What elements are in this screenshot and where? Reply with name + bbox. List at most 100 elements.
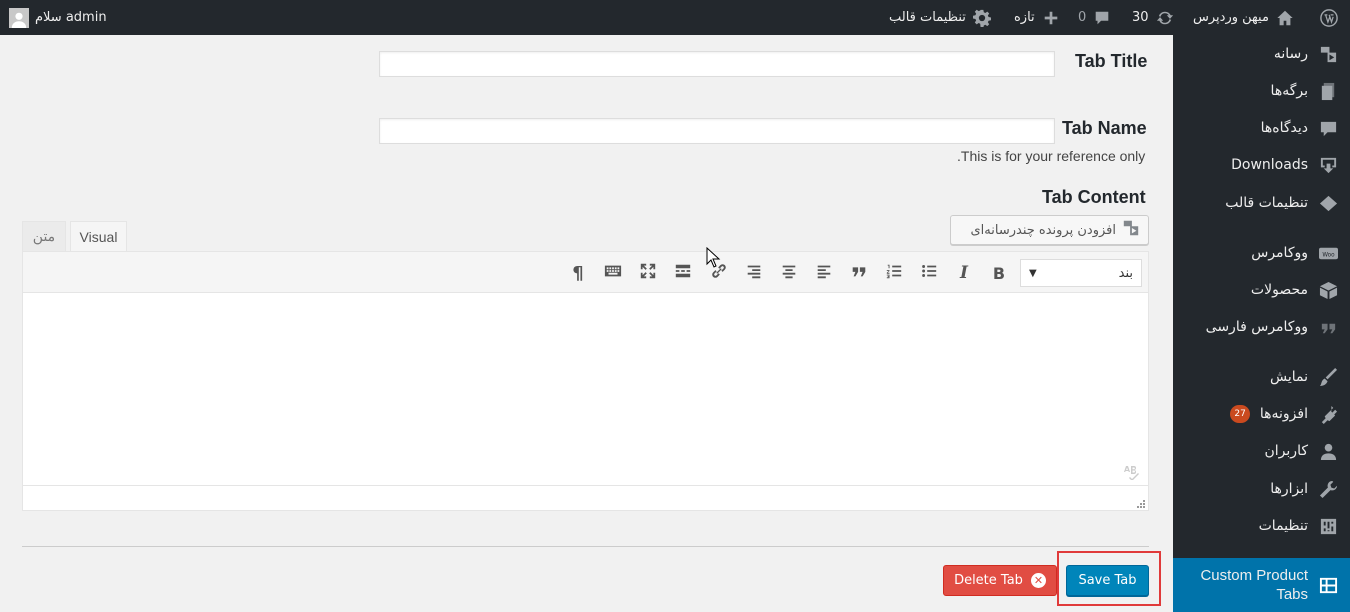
format-value: بند	[1118, 265, 1133, 281]
plugin-icon	[1318, 404, 1338, 424]
tab-text[interactable]: متن	[22, 221, 66, 252]
new-content-menu[interactable]: تازه	[1014, 0, 1061, 35]
wp-logo-menu[interactable]	[1319, 0, 1339, 35]
brush-icon	[1318, 367, 1338, 387]
format-select[interactable]: ▼ بند	[1020, 259, 1142, 287]
comment-bubble-icon	[1092, 8, 1112, 28]
spellcheck-icon	[1124, 464, 1140, 481]
sidebar-item-custom-product-tabs[interactable]: Custom Product Tabs	[1165, 558, 1350, 612]
sidebar-item-label: افزونه‌ها	[1259, 406, 1308, 422]
paragraph-icon: ¶	[572, 262, 584, 284]
sidebar-item-users[interactable]: کاربران	[1173, 433, 1350, 469]
add-media-icon	[1122, 219, 1140, 241]
sidebar-item-label: Custom Product Tabs	[1188, 566, 1308, 604]
user-icon	[1318, 441, 1338, 461]
toolbar-toggle-button[interactable]	[600, 260, 626, 286]
align-center-icon	[780, 262, 798, 284]
align-left-button[interactable]	[811, 260, 837, 286]
mouse-cursor-icon	[706, 246, 722, 269]
theme-settings-menu[interactable]: تنظیمات قالب	[889, 0, 992, 35]
active-label-line1: Custom Product	[1200, 567, 1308, 584]
tab-visual[interactable]: Visual	[70, 221, 127, 252]
keyboard-icon	[604, 262, 622, 284]
sidebar-item-label: محصولات	[1250, 282, 1308, 298]
tab-name-label: Tab Name	[1062, 118, 1147, 138]
download-icon	[1318, 155, 1338, 175]
quote-icon	[1318, 317, 1338, 337]
sidebar-item-theme-settings[interactable]: تنظیمات قالب	[1173, 185, 1350, 221]
sidebar-item-label: برگه‌ها	[1270, 83, 1308, 99]
svg-text:Woo: Woo	[1322, 252, 1335, 258]
sidebar-item-pages[interactable]: برگه‌ها	[1173, 73, 1350, 109]
sidebar-item-label: کاربران	[1264, 443, 1308, 459]
sidebar-item-label: رسانه	[1273, 46, 1308, 62]
gear-icon	[972, 8, 992, 28]
close-icon: ✕	[1030, 573, 1046, 588]
sidebar-item-woocommerce[interactable]: Woo ووکامرس	[1173, 235, 1350, 271]
active-menu-arrow	[1165, 577, 1173, 593]
sidebar-item-tools[interactable]: ابزارها	[1173, 471, 1350, 507]
refresh-icon	[1155, 8, 1175, 28]
delete-tab-button[interactable]: Delete Tab ✕	[943, 565, 1057, 596]
blockquote-button[interactable]	[846, 260, 872, 286]
sidebar-item-settings[interactable]: تنظیمات	[1173, 508, 1350, 544]
updates-menu[interactable]: 30	[1132, 0, 1175, 35]
tab-name-input[interactable]	[379, 118, 1055, 144]
bold-button[interactable]: B	[986, 260, 1012, 286]
new-label: تازه	[1014, 10, 1035, 25]
plugins-update-badge: 27	[1230, 405, 1250, 423]
save-tab-label: Save Tab	[1078, 573, 1137, 588]
theme-settings-label: تنظیمات قالب	[889, 10, 966, 25]
site-name: میهن وردپرس	[1193, 10, 1269, 25]
sidebar-item-label: Downloads	[1231, 157, 1308, 173]
sidebar-item-label: ووکامرس فارسی	[1205, 319, 1308, 335]
sidebar-item-woocommerce-persian[interactable]: ووکامرس فارسی	[1173, 309, 1350, 345]
site-name-menu[interactable]: میهن وردپرس	[1193, 0, 1295, 35]
diamond-icon	[1318, 193, 1338, 213]
add-media-button[interactable]: افزودن پرونده چندرسانه‌ای	[950, 215, 1149, 245]
comments-count: 0	[1078, 10, 1087, 25]
sidebar-item-media[interactable]: رسانه	[1173, 36, 1350, 72]
tab-name-help: .This is for your reference only	[957, 148, 1146, 164]
resize-handle-icon[interactable]	[1135, 497, 1145, 508]
comments-menu[interactable]: 0	[1078, 0, 1112, 35]
sidebar-item-downloads[interactable]: Downloads	[1173, 147, 1350, 183]
sidebar-item-label: تنظیمات قالب	[1225, 195, 1308, 211]
align-right-button[interactable]	[741, 260, 767, 286]
numbered-list-button[interactable]	[881, 260, 907, 286]
editor-toolbar: ▼ بند B I ¶	[23, 252, 1148, 293]
save-tab-button[interactable]: Save Tab	[1066, 565, 1149, 596]
tab-title-input[interactable]	[379, 51, 1055, 77]
read-more-button[interactable]	[670, 260, 696, 286]
italic-button[interactable]: I	[951, 260, 977, 286]
add-media-label: افزودن پرونده چندرسانه‌ای	[970, 222, 1117, 238]
wrench-icon	[1318, 479, 1338, 499]
active-label-line2: Tabs	[1276, 586, 1308, 603]
home-icon	[1275, 8, 1295, 28]
sidebar-item-plugins[interactable]: افزونه‌ها 27	[1173, 396, 1350, 432]
read-more-icon	[674, 262, 692, 284]
pages-icon	[1318, 81, 1338, 101]
sidebar-item-products[interactable]: محصولات	[1173, 272, 1350, 308]
rtl-paragraph-button[interactable]: ¶	[565, 260, 591, 286]
sidebar-item-label: تنظیمات	[1258, 518, 1308, 534]
quote-icon	[850, 262, 868, 284]
sidebar-item-appearance[interactable]: نمایش	[1173, 359, 1350, 395]
grid-icon	[1318, 575, 1338, 595]
tab-content-label: Tab Content	[1042, 187, 1146, 207]
plus-icon	[1041, 8, 1061, 28]
bullet-list-button[interactable]	[916, 260, 942, 286]
editor-statusbar	[23, 485, 1148, 510]
account-menu[interactable]: سلام admin	[9, 0, 107, 35]
media-icon	[1318, 44, 1338, 64]
fullscreen-button[interactable]	[635, 260, 661, 286]
sidebar-item-comments[interactable]: دیدگاه‌ها	[1173, 110, 1350, 146]
align-left-icon	[815, 262, 833, 284]
wordpress-icon	[1319, 8, 1339, 28]
comments-icon	[1318, 118, 1338, 138]
align-right-icon	[745, 262, 763, 284]
editor-content-area[interactable]	[23, 293, 1148, 485]
italic-icon: I	[960, 263, 968, 283]
admin-bar: میهن وردپرس 30 0 تازه تنظیمات قالب سلام …	[0, 0, 1350, 35]
align-center-button[interactable]	[776, 260, 802, 286]
